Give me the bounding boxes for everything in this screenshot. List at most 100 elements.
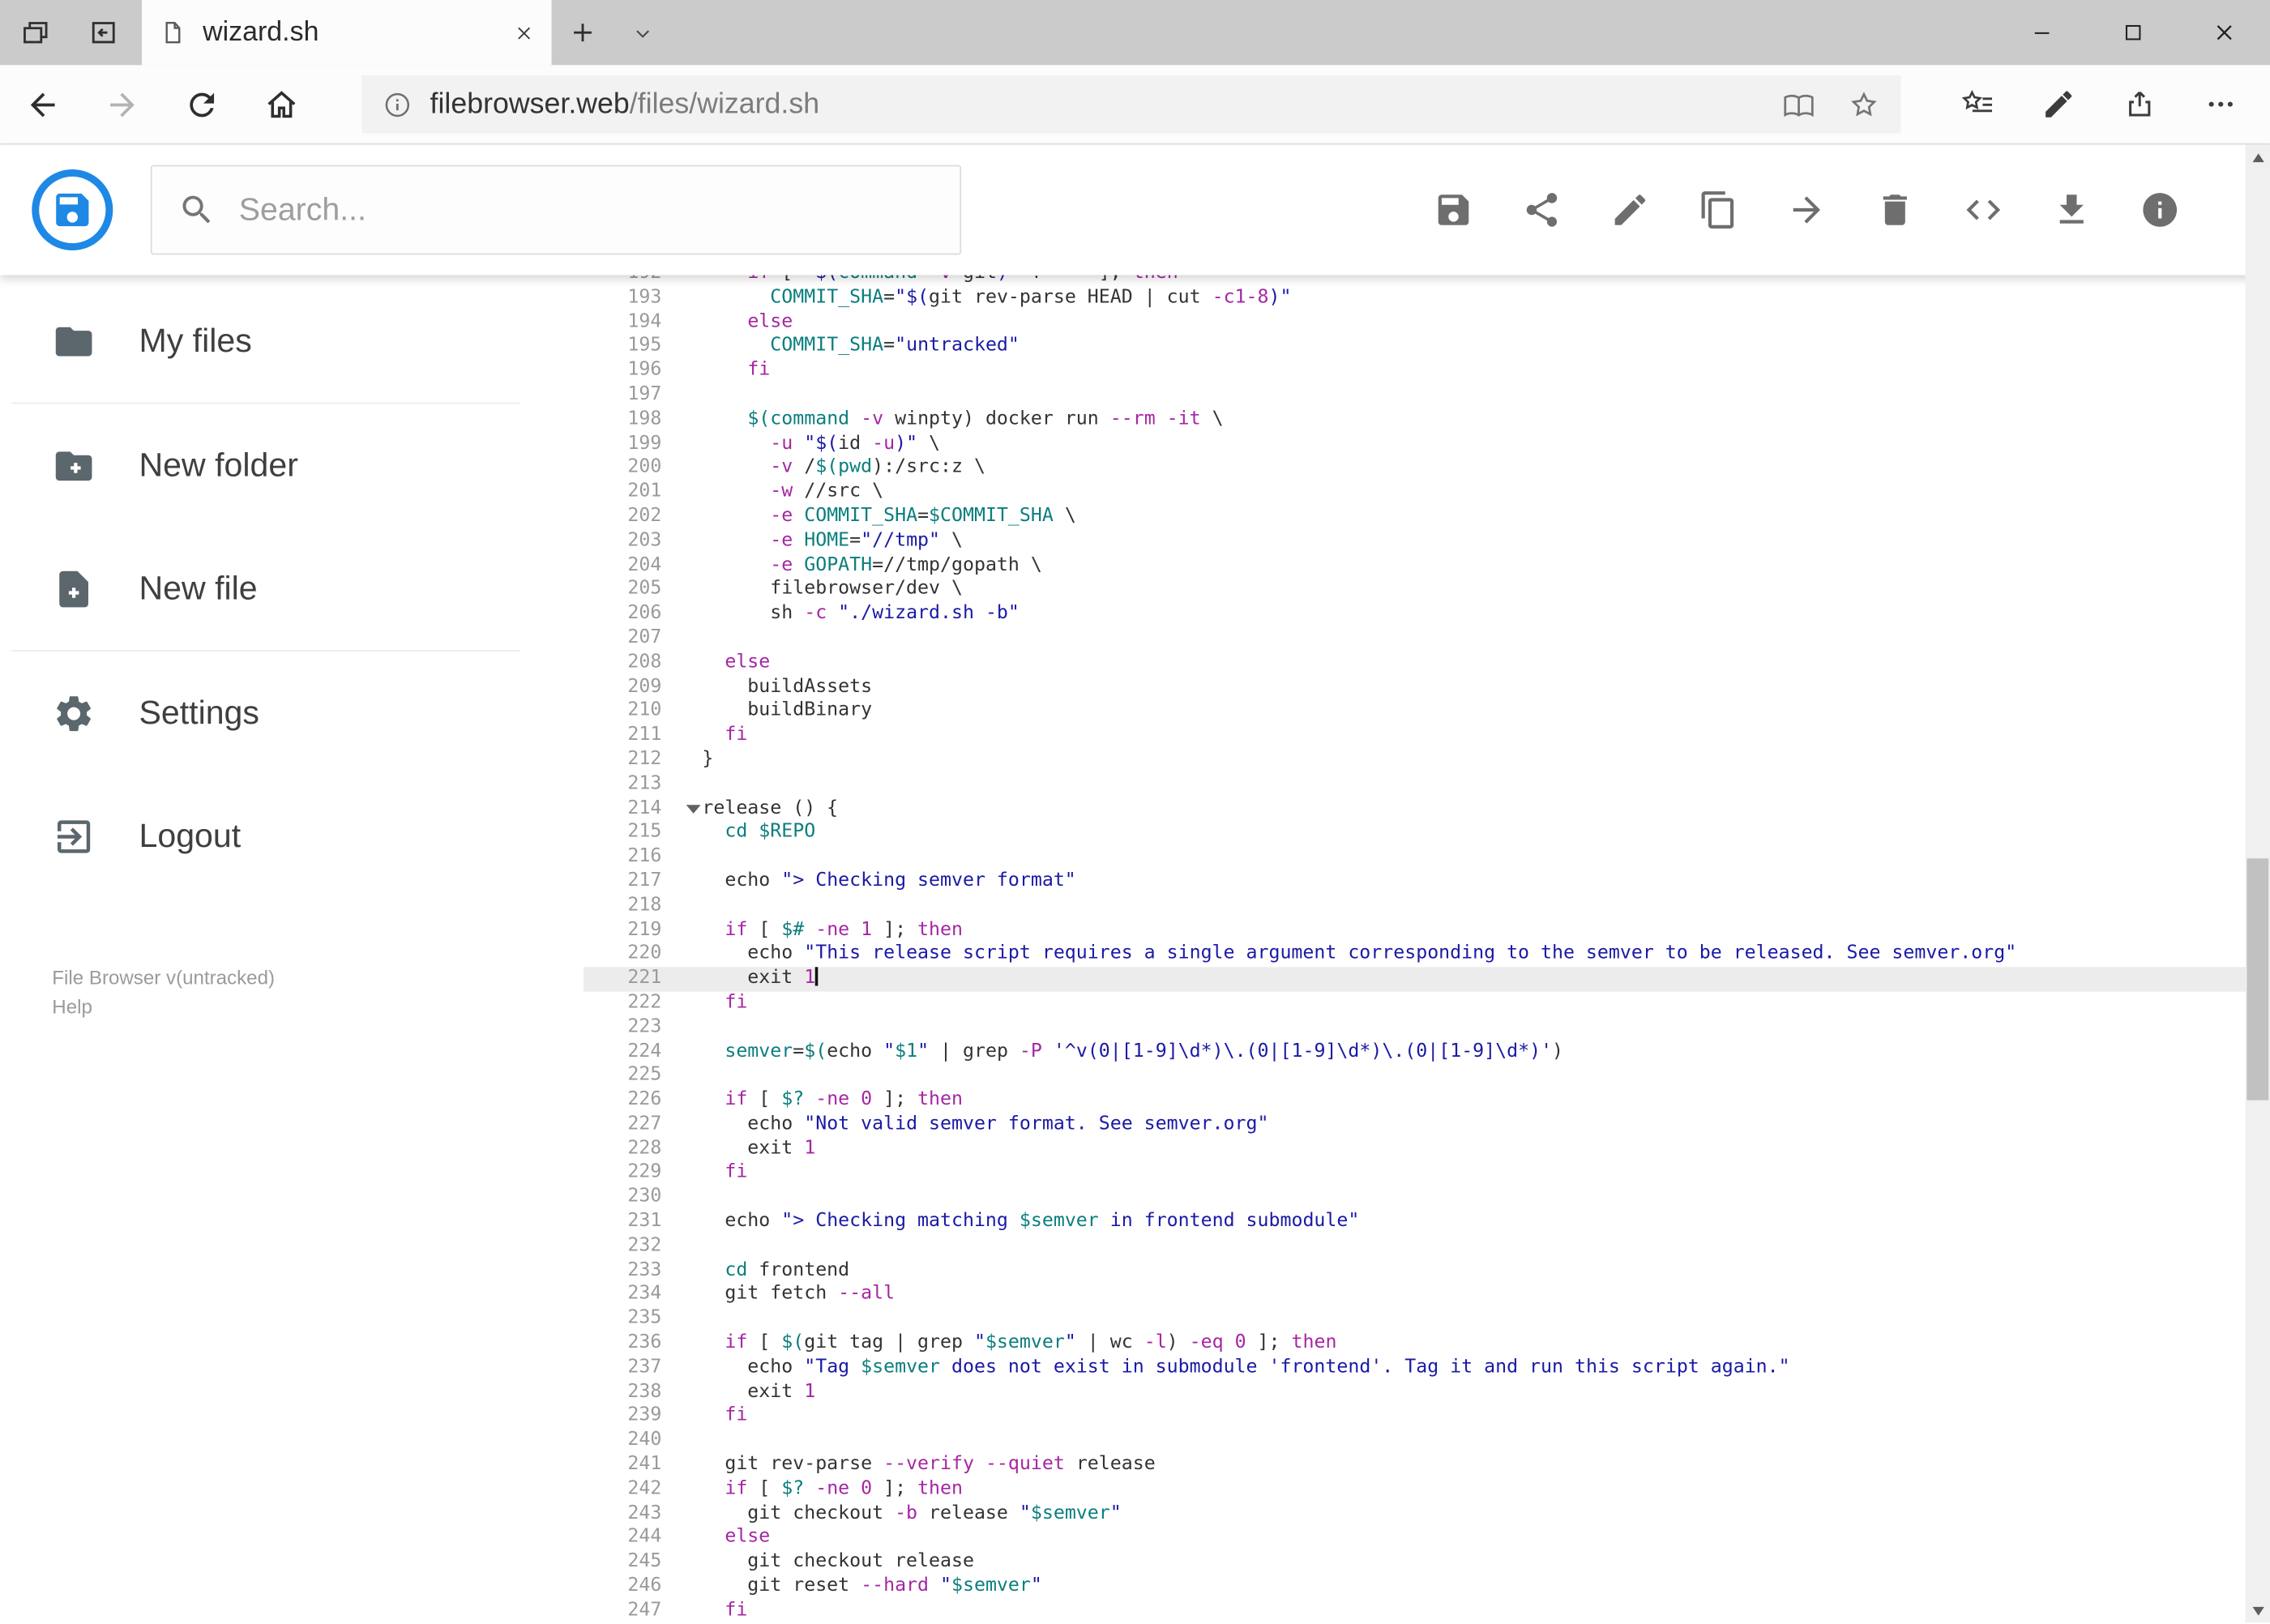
move-icon (1786, 190, 1827, 230)
code-editor[interactable]: 192 if [ "$(command -v git)" != "" ]; th… (583, 275, 2270, 1623)
code-text: else (725, 1526, 771, 1549)
settings-icon (52, 691, 96, 735)
copy-button[interactable] (1698, 190, 1738, 230)
tab-bar: wizard.sh (0, 0, 2270, 66)
code-line-233: 233 cd frontend (584, 1259, 2270, 1284)
tabs-aside-button[interactable] (88, 17, 119, 48)
code-line-228: 228 exit 1 (584, 1138, 2270, 1162)
filebrowser-logo[interactable] (32, 169, 113, 251)
plus-icon (567, 17, 598, 48)
forward-button[interactable] (83, 65, 162, 143)
code-line-220: 220 echo "This release script requires a… (584, 942, 2270, 967)
line-number: 200 (627, 456, 662, 479)
version-text: File Browser v(untracked) (52, 967, 276, 989)
sidebar-item-new-file[interactable]: New file (0, 527, 584, 650)
back-button[interactable] (3, 65, 83, 143)
scroll-thumb[interactable] (2246, 858, 2269, 1100)
code-text: -e COMMIT_SHA=$COMMIT_SHA \ (770, 505, 1076, 528)
address-bar[interactable]: filebrowser.web/files/wizard.sh (361, 75, 1901, 134)
more-button[interactable] (2180, 65, 2261, 143)
tab-close-icon[interactable] (514, 23, 534, 43)
fold-widget[interactable] (686, 804, 701, 814)
code-text: COMMIT_SHA="untracked" (770, 335, 1020, 357)
tab-menu-button[interactable] (613, 0, 671, 65)
code-text: $(command -v winpty) docker run --rm -it… (747, 408, 1224, 430)
code-icon (1963, 190, 2003, 230)
move-button[interactable] (1786, 190, 1827, 230)
refresh-icon (184, 86, 220, 122)
help-link[interactable]: Help (52, 993, 584, 1022)
code-line-210: 210 buildBinary (584, 699, 2270, 724)
share-button[interactable] (1521, 190, 1562, 230)
page-scrollbar[interactable] (2245, 144, 2270, 1623)
line-number: 231 (627, 1210, 662, 1233)
share-edge-button[interactable] (2099, 65, 2180, 143)
active-tab[interactable]: wizard.sh (142, 0, 552, 66)
hub-button[interactable] (1937, 65, 2018, 143)
tab-preview-button[interactable] (20, 17, 51, 48)
code-text: cd frontend (725, 1259, 850, 1281)
favorite-star-button[interactable] (1847, 88, 1880, 121)
line-number: 203 (627, 529, 662, 552)
logout-icon (52, 814, 96, 858)
line-number: 211 (627, 724, 662, 746)
code-line-198: 198 $(command -v winpty) docker run --rm… (584, 408, 2270, 432)
line-number: 224 (627, 1040, 662, 1062)
download-button[interactable] (2051, 190, 2092, 230)
sidebar-item-settings[interactable]: Settings (0, 652, 584, 775)
code-line-241: 241 git rev-parse --verify --quiet relea… (584, 1454, 2270, 1478)
code-line-197: 197 (584, 383, 2270, 408)
line-number: 198 (627, 408, 662, 430)
rename-icon (1610, 190, 1650, 230)
code-text: fi (725, 1404, 748, 1427)
browser-window: wizard.sh filebrowser.web/files/wizard.s… (0, 0, 2270, 1623)
code-line-235: 235 (584, 1308, 2270, 1332)
home-button[interactable] (242, 65, 321, 143)
line-number: 215 (627, 821, 662, 844)
line-number: 245 (627, 1550, 662, 1573)
tab-favicon-icon (159, 19, 186, 46)
code-text: } (702, 748, 714, 771)
file-plus-icon (52, 566, 96, 610)
web-note-button[interactable] (2018, 65, 2099, 143)
code-line-203: 203 -e HOME="//tmp" \ (584, 529, 2270, 553)
line-number: 212 (627, 748, 662, 771)
close-icon (2212, 20, 2237, 45)
code-line-202: 202 -e COMMIT_SHA=$COMMIT_SHA \ (584, 505, 2270, 529)
code-line-206: 206 sh -c "./wizard.sh -b" (584, 602, 2270, 626)
code-line-240: 240 (584, 1430, 2270, 1454)
code-line-247: 247 fi (584, 1600, 2270, 1623)
minimize-button[interactable] (1996, 0, 2088, 65)
code-text: git reset --hard "$semver" (702, 1575, 1042, 1597)
close-button[interactable] (2178, 0, 2270, 65)
code-line-232: 232 (584, 1235, 2270, 1259)
search-box[interactable] (150, 165, 962, 255)
info-button[interactable] (2140, 190, 2180, 230)
share-icon (1521, 190, 1562, 230)
page-info-icon[interactable] (383, 89, 413, 120)
code-line-208: 208 else (584, 651, 2270, 675)
scroll-down-button[interactable] (2246, 1598, 2270, 1622)
code-button[interactable] (1963, 190, 2003, 230)
new-tab-button[interactable] (552, 0, 614, 65)
reading-view-button[interactable] (1782, 88, 1815, 121)
code-line-214: 214 release () { (584, 797, 2270, 821)
save-button[interactable] (1433, 190, 1473, 230)
folder-icon (52, 319, 96, 363)
line-number: 221 (627, 967, 662, 989)
sidebar-item-my-files[interactable]: My files (0, 280, 584, 403)
sidebar-item-new-folder[interactable]: New folder (0, 404, 584, 527)
address-bar-actions (1782, 88, 1880, 121)
code-text: if [ $? -ne 0 ]; then (725, 1477, 964, 1500)
scroll-up-button[interactable] (2246, 145, 2270, 169)
rename-button[interactable] (1610, 190, 1650, 230)
delete-button[interactable] (1875, 190, 1915, 230)
line-number: 237 (627, 1356, 662, 1378)
maximize-button[interactable] (2088, 0, 2179, 65)
search-input[interactable] (238, 190, 934, 229)
refresh-button[interactable] (162, 65, 242, 143)
sidebar-footer: File Browser v(untracked) Help (0, 964, 584, 1022)
code-line-201: 201 -w //src \ (584, 481, 2270, 505)
sidebar-item-logout[interactable]: Logout (0, 775, 584, 898)
line-number: 232 (627, 1234, 662, 1257)
